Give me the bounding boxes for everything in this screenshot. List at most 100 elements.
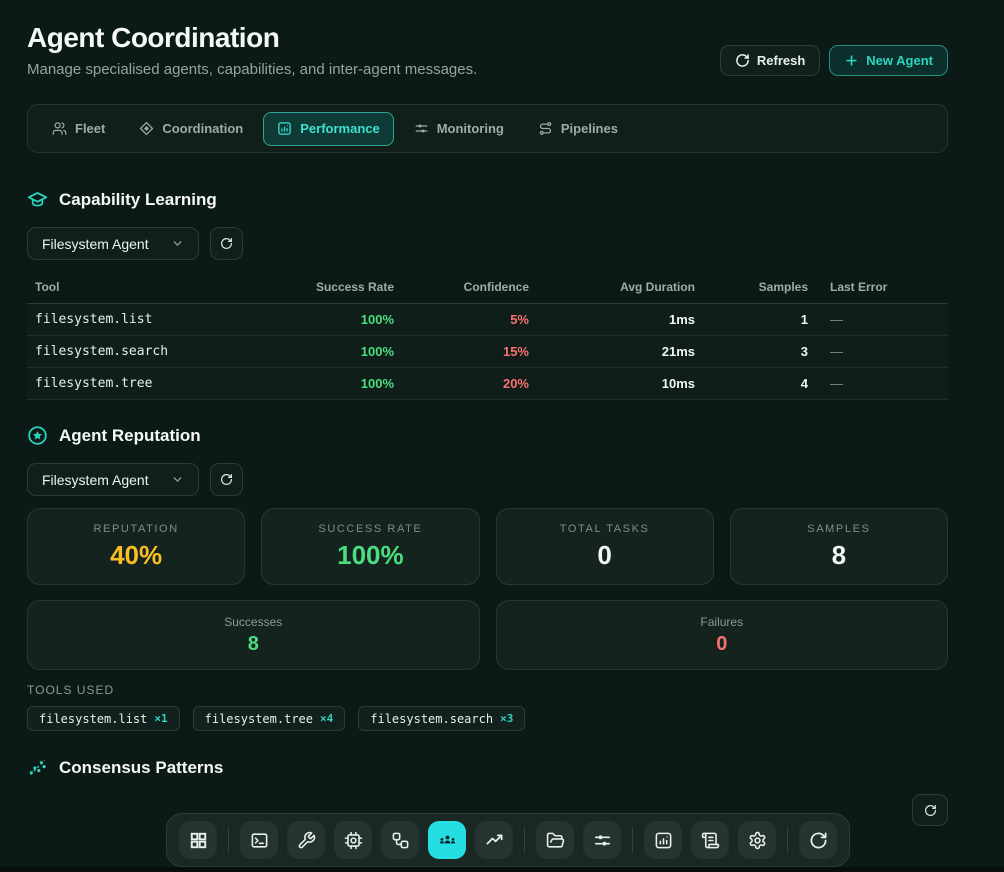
tool-chip: filesystem.list ×1: [27, 706, 180, 731]
dock-divider: [632, 827, 633, 853]
tab-label: Fleet: [75, 121, 105, 136]
dock-agents-button[interactable]: [428, 821, 466, 859]
stat-label: SUCCESS RATE: [318, 523, 422, 535]
graduation-cap-icon: [27, 189, 48, 210]
new-agent-button[interactable]: New Agent: [829, 45, 948, 76]
terminal-icon: [250, 831, 269, 850]
dock-cpu-button[interactable]: [334, 821, 372, 859]
section-title: Capability Learning: [59, 190, 217, 210]
consensus-refresh-button[interactable]: [912, 794, 948, 826]
workflow-icon: [391, 831, 410, 850]
stat-value: 100%: [337, 540, 404, 571]
tool-chip-name: filesystem.list: [39, 712, 147, 726]
tab-monitoring[interactable]: Monitoring: [400, 112, 518, 146]
col-tool: Tool: [27, 276, 307, 304]
agent-select-value: Filesystem Agent: [42, 236, 149, 252]
tab-coordination[interactable]: Coordination: [125, 112, 257, 146]
dock-monitoring-button[interactable]: [583, 821, 621, 859]
users-icon: [52, 121, 67, 136]
table-row: filesystem.list 100% 5% 1ms 1 —: [27, 304, 948, 336]
tool-name: filesystem.search: [27, 336, 307, 368]
dock-terminal-button[interactable]: [240, 821, 278, 859]
dock-reports-button[interactable]: [644, 821, 682, 859]
dock-logs-button[interactable]: [691, 821, 729, 859]
stat-value: 0: [597, 540, 611, 571]
tab-pipelines[interactable]: Pipelines: [524, 112, 632, 146]
tool-name: filesystem.list: [27, 304, 307, 336]
chart-square-icon: [277, 121, 292, 136]
tab-label: Pipelines: [561, 121, 618, 136]
tool-chip-count: ×4: [320, 712, 333, 725]
confidence: 20%: [402, 368, 537, 400]
stat-label: Failures: [700, 615, 743, 629]
agent-select[interactable]: Filesystem Agent: [27, 463, 199, 496]
stat-label: SAMPLES: [807, 523, 870, 535]
tab-performance[interactable]: Performance: [263, 112, 393, 146]
tool-chip: filesystem.tree ×4: [193, 706, 346, 731]
last-error: —: [816, 304, 948, 336]
table-row: filesystem.tree 100% 20% 10ms 4 —: [27, 368, 948, 400]
dock-files-button[interactable]: [536, 821, 574, 859]
agent-select[interactable]: Filesystem Agent: [27, 227, 199, 260]
refresh-button-label: Refresh: [757, 53, 805, 68]
confidence: 5%: [402, 304, 537, 336]
refresh-icon: [220, 473, 233, 486]
dock-dashboard-button[interactable]: [179, 821, 217, 859]
stat-card-failures: Failures 0: [496, 600, 949, 670]
stat-value: 40%: [110, 540, 162, 571]
new-agent-button-label: New Agent: [866, 53, 933, 68]
tool-chip-name: filesystem.tree: [205, 712, 313, 726]
tool-chip-count: ×3: [500, 712, 513, 725]
page-subtitle: Manage specialised agents, capabilities,…: [27, 61, 477, 78]
tab-label: Coordination: [162, 121, 243, 136]
confidence: 15%: [402, 336, 537, 368]
tab-label: Monitoring: [437, 121, 504, 136]
chevron-down-icon: [171, 237, 184, 250]
tabbar: Fleet Coordination Performance Monitorin…: [27, 104, 948, 153]
sliders-icon: [414, 121, 429, 136]
layers-diamond-icon: [139, 121, 154, 136]
capability-refresh-button[interactable]: [210, 227, 243, 260]
refresh-icon: [809, 831, 828, 850]
consensus-patterns-heading: Consensus Patterns: [27, 757, 948, 778]
bottom-edge: [0, 867, 1004, 872]
stat-card-samples: SAMPLES 8: [730, 508, 948, 585]
refresh-button[interactable]: Refresh: [720, 45, 820, 76]
dock-tools-button[interactable]: [287, 821, 325, 859]
gear-icon: [748, 831, 767, 850]
samples: 4: [703, 368, 816, 400]
tool-chip-name: filesystem.search: [370, 712, 493, 726]
samples: 3: [703, 336, 816, 368]
tool-chip-count: ×1: [154, 712, 167, 725]
dock-divider: [228, 827, 229, 853]
folder-open-icon: [546, 831, 565, 850]
success-rate: 100%: [307, 336, 402, 368]
success-rate: 100%: [307, 304, 402, 336]
plus-icon: [844, 53, 859, 68]
section-title: Agent Reputation: [59, 426, 201, 446]
chevron-down-icon: [171, 473, 184, 486]
col-success-rate: Success Rate: [307, 276, 402, 304]
avg-duration: 21ms: [537, 336, 703, 368]
dock-workflow-button[interactable]: [381, 821, 419, 859]
dock-performance-button[interactable]: [475, 821, 513, 859]
refresh-icon: [735, 53, 750, 68]
trend-icon: [485, 831, 504, 850]
tools-used-chips: filesystem.list ×1 filesystem.tree ×4 fi…: [27, 706, 948, 731]
col-last-error: Last Error: [816, 276, 948, 304]
dock-refresh-button[interactable]: [799, 821, 837, 859]
avg-duration: 10ms: [537, 368, 703, 400]
avg-duration: 1ms: [537, 304, 703, 336]
tab-fleet[interactable]: Fleet: [38, 112, 119, 146]
agent-reputation-heading: Agent Reputation: [27, 425, 948, 446]
refresh-icon: [924, 804, 937, 817]
tool-name: filesystem.tree: [27, 368, 307, 400]
col-confidence: Confidence: [402, 276, 537, 304]
tools-used-label: TOOLS USED: [27, 683, 948, 697]
dock-settings-button[interactable]: [738, 821, 776, 859]
section-title: Consensus Patterns: [59, 758, 223, 778]
stat-card-reputation: REPUTATION 40%: [27, 508, 245, 585]
chart-square-icon: [654, 831, 673, 850]
reputation-refresh-button[interactable]: [210, 463, 243, 496]
last-error: —: [816, 368, 948, 400]
